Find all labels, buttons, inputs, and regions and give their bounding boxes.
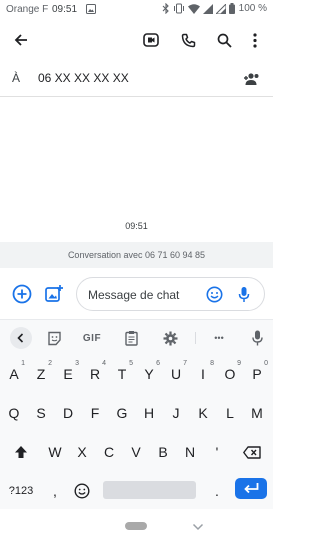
- key-i[interactable]: I8: [191, 360, 215, 389]
- key-c[interactable]: C: [97, 438, 121, 467]
- chevron-left-icon: [10, 327, 32, 349]
- key-h[interactable]: H: [137, 399, 161, 428]
- back-button[interactable]: [9, 28, 33, 52]
- emoji-icon: [74, 483, 90, 499]
- toolbar-separator: [195, 332, 196, 344]
- video-call-button[interactable]: [139, 28, 163, 52]
- key-m[interactable]: M: [245, 399, 269, 428]
- key-a[interactable]: A1: [2, 360, 26, 389]
- add-photo-icon: [44, 284, 64, 304]
- add-attachment-button[interactable]: [10, 282, 34, 306]
- voice-message-button[interactable]: [232, 282, 256, 306]
- key-p[interactable]: P0: [245, 360, 269, 389]
- backspace-key[interactable]: [238, 438, 266, 467]
- keyboard-mic-button[interactable]: [249, 326, 265, 350]
- phone-icon: [181, 33, 196, 48]
- key-k[interactable]: K: [191, 399, 215, 428]
- key-x[interactable]: X: [70, 438, 94, 467]
- gear-icon: [163, 331, 177, 345]
- emoji-key[interactable]: [70, 477, 94, 506]
- gif-button[interactable]: GIF: [80, 326, 104, 350]
- more-vert-icon: [253, 32, 257, 48]
- carrier-name: Orange F: [6, 4, 49, 15]
- recipient-row: À 06 XX XX XX XX: [0, 62, 273, 97]
- key-apostrophe[interactable]: ': [205, 438, 229, 467]
- image-notification-icon: [86, 4, 96, 14]
- key-period[interactable]: .: [205, 477, 229, 506]
- recipient-label: À: [12, 71, 21, 85]
- key-e[interactable]: E3: [56, 360, 80, 389]
- backspace-icon: [243, 446, 261, 459]
- signal-icon: [202, 3, 213, 14]
- symbols-key[interactable]: ?123: [5, 477, 37, 506]
- add-recipient-button[interactable]: [240, 67, 264, 91]
- emoji-icon: [206, 286, 223, 303]
- conversation-banner: Conversation avec 06 71 60 94 85: [0, 242, 273, 268]
- key-s[interactable]: S: [29, 399, 53, 428]
- compose-bar: Message de chat: [0, 270, 273, 318]
- mic-icon: [251, 330, 263, 346]
- battery-percent: 100 %: [238, 3, 267, 14]
- video-call-icon: [143, 32, 159, 48]
- keyboard-back-button[interactable]: [9, 326, 33, 350]
- keyboard: GIF ••• A1 Z2 E3 R4 T5 Y6 U7 I8 O9 P0 Q …: [0, 319, 273, 510]
- app-toolbar: [0, 22, 273, 58]
- key-n[interactable]: N: [178, 438, 202, 467]
- battery-icon: [228, 3, 235, 14]
- vibrate-icon: [173, 3, 185, 14]
- call-button[interactable]: [176, 28, 200, 52]
- bluetooth-icon: [162, 3, 170, 14]
- sticker-button[interactable]: [44, 326, 64, 350]
- mic-icon: [238, 286, 250, 303]
- key-g[interactable]: G: [110, 399, 134, 428]
- more-tools-button[interactable]: •••: [207, 326, 231, 350]
- hide-keyboard-button[interactable]: [186, 515, 210, 539]
- key-u[interactable]: U7: [164, 360, 188, 389]
- key-f[interactable]: F: [83, 399, 107, 428]
- chevron-down-icon: [192, 523, 204, 531]
- message-input[interactable]: Message de chat: [76, 277, 265, 311]
- clipboard-button[interactable]: [121, 326, 141, 350]
- key-d[interactable]: D: [56, 399, 80, 428]
- key-v[interactable]: V: [124, 438, 148, 467]
- message-timestamp: 09:51: [125, 221, 148, 231]
- add-media-button[interactable]: [42, 282, 66, 306]
- add-people-icon: [243, 73, 261, 85]
- plus-circle-icon: [12, 284, 32, 304]
- more-options-button[interactable]: [243, 28, 267, 52]
- space-key[interactable]: [103, 481, 196, 499]
- message-placeholder: Message de chat: [88, 288, 180, 302]
- shift-icon: [14, 445, 28, 459]
- clipboard-icon: [124, 331, 138, 346]
- emoji-button[interactable]: [202, 282, 226, 306]
- key-j[interactable]: J: [164, 399, 188, 428]
- wifi-icon: [187, 3, 200, 14]
- signal-2-icon: [215, 3, 226, 14]
- key-q[interactable]: Q: [2, 399, 26, 428]
- search-icon: [217, 33, 232, 48]
- key-b[interactable]: B: [151, 438, 175, 467]
- arrow-left-icon: [13, 32, 29, 48]
- key-comma[interactable]: ,: [43, 477, 67, 506]
- key-l[interactable]: L: [218, 399, 242, 428]
- home-pill[interactable]: [125, 522, 147, 530]
- key-w[interactable]: W: [43, 438, 67, 467]
- key-t[interactable]: T5: [110, 360, 134, 389]
- navigation-bar: [0, 509, 273, 546]
- status-bar: Orange F 09:51 100 %: [0, 0, 273, 20]
- enter-key[interactable]: [235, 478, 267, 499]
- key-r[interactable]: R4: [83, 360, 107, 389]
- sticker-icon: [47, 331, 61, 345]
- key-o[interactable]: O9: [218, 360, 242, 389]
- enter-icon: [243, 482, 259, 495]
- recipient-chip[interactable]: 06 XX XX XX XX: [38, 71, 129, 85]
- keyboard-toolbar: GIF •••: [0, 320, 273, 356]
- keyboard-settings-button[interactable]: [160, 326, 180, 350]
- key-z[interactable]: Z2: [29, 360, 53, 389]
- status-time: 09:51: [52, 4, 78, 15]
- key-y[interactable]: Y6: [137, 360, 161, 389]
- search-button[interactable]: [212, 28, 236, 52]
- shift-key[interactable]: [8, 438, 34, 467]
